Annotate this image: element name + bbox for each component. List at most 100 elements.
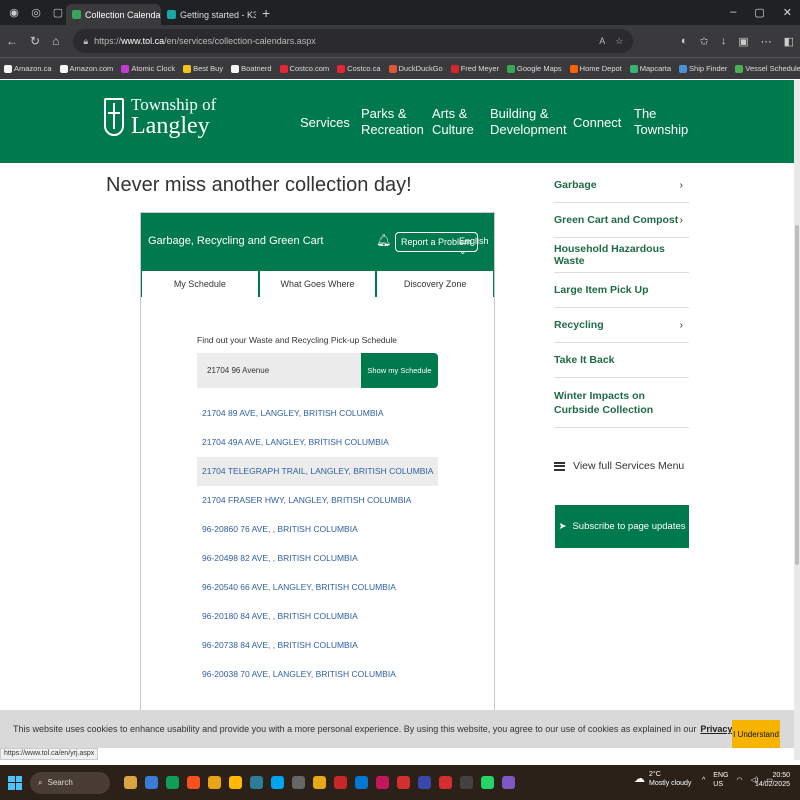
wifi-icon[interactable]: ◠: [736, 776, 742, 785]
bookmark-item[interactable]: Costco.ca: [337, 64, 381, 73]
sidebar-item[interactable]: Take It Back: [554, 343, 689, 378]
bookmark-item[interactable]: Amazon.com: [59, 64, 113, 73]
taskbar-app-icon[interactable]: [229, 776, 242, 789]
taskbar-app-icon[interactable]: [418, 776, 431, 789]
bookmark-item[interactable]: Best Buy: [183, 64, 223, 73]
nav-the-township[interactable]: The Township: [634, 106, 688, 138]
address-suggestion[interactable]: 96-20498 82 AVE, , BRITISH COLUMBIA: [197, 544, 438, 573]
taskbar-app-icon[interactable]: [145, 776, 158, 789]
sidebar-item[interactable]: Garbage ›: [554, 168, 689, 203]
address-suggestion[interactable]: 21704 89 AVE, LANGLEY, BRITISH COLUMBIA: [197, 399, 438, 428]
workspaces-icon[interactable]: ◎: [28, 5, 44, 21]
bookmark-item[interactable]: Costco.com: [279, 64, 329, 73]
taskbar-app-icon[interactable]: [376, 776, 389, 789]
bookmark-item[interactable]: Mapcarta: [629, 64, 671, 73]
weather-widget[interactable]: ☁ 2°C Mostly cloudy: [634, 770, 691, 788]
address-suggestion[interactable]: 96-20738 84 AVE, , BRITISH COLUMBIA: [197, 631, 438, 660]
tab-actions-icon[interactable]: ▢: [50, 5, 66, 21]
refresh-icon[interactable]: ↻: [30, 34, 40, 48]
taskbar-app-icon[interactable]: [166, 776, 179, 789]
tab-what-goes-where[interactable]: What Goes Where: [258, 269, 377, 297]
taskbar-app-icon[interactable]: [439, 776, 452, 789]
close-window-icon[interactable]: ✕: [783, 6, 792, 19]
address-suggestion[interactable]: 21704 TELEGRAPH TRAIL, LANGLEY, BRITISH …: [197, 457, 438, 486]
extensions-icon[interactable]: ◐: [681, 35, 688, 48]
bookmark-item[interactable]: DuckDuckGo: [388, 64, 443, 73]
taskbar-app-icon[interactable]: [355, 776, 368, 789]
taskbar-app-icon[interactable]: [334, 776, 347, 789]
new-tab-button[interactable]: +: [262, 5, 270, 21]
accept-cookies-button[interactable]: I Understand: [732, 720, 780, 748]
view-full-menu-link[interactable]: View full Services Menu: [554, 460, 684, 472]
sidebar-toggle-icon[interactable]: ◧: [784, 35, 794, 48]
address-suggestion[interactable]: 96-20180 84 AVE, , BRITISH COLUMBIA: [197, 602, 438, 631]
sidebar-item[interactable]: Winter Impacts on Curbside Collection: [554, 378, 689, 428]
taskbar-app-icon[interactable]: [502, 776, 515, 789]
address-suggestion[interactable]: 21704 49A AVE, LANGLEY, BRITISH COLUMBIA: [197, 428, 438, 457]
chevron-right-icon[interactable]: ›: [680, 319, 684, 331]
tray-chevron-icon[interactable]: ^: [702, 776, 705, 785]
more-icon[interactable]: ⋯: [761, 35, 772, 48]
taskbar-app-icon[interactable]: [292, 776, 305, 789]
windows-start-icon[interactable]: [8, 775, 22, 790]
taskbar-app-icon[interactable]: [124, 776, 137, 789]
bell-icon[interactable]: 🔔︎: [376, 233, 391, 247]
taskbar-app-icon[interactable]: [208, 776, 221, 789]
nav-building-development[interactable]: Building & Development: [490, 106, 567, 138]
favorites-icon[interactable]: ✩: [699, 35, 708, 48]
bookmark-item[interactable]: Amazon.ca: [4, 64, 52, 73]
bookmark-item[interactable]: Ship Finder: [679, 64, 727, 73]
bookmark-item[interactable]: Vessel Schedule Th...: [735, 64, 800, 73]
address-suggestion[interactable]: 21704 FRASER HWY, LANGLEY, BRITISH COLUM…: [197, 486, 438, 515]
bookmark-item[interactable]: Boatnerd: [231, 64, 272, 73]
downloads-icon[interactable]: ↓: [721, 35, 727, 48]
maximize-icon[interactable]: ▢: [754, 6, 764, 19]
sidebar-item[interactable]: Household Hazardous Waste: [554, 238, 689, 273]
nav-connect[interactable]: Connect: [573, 115, 621, 131]
bookmark-item[interactable]: Atomic Clock: [121, 64, 175, 73]
bookmark-item[interactable]: Google Maps: [507, 64, 562, 73]
nav-services[interactable]: Services: [294, 115, 356, 166]
address-suggestion[interactable]: 96-20540 66 AVE, LANGLEY, BRITISH COLUMB…: [197, 573, 438, 602]
minimize-icon[interactable]: –: [730, 6, 736, 19]
taskbar-clock[interactable]: 20:50 14/02/2025: [754, 771, 790, 789]
taskbar-app-icon[interactable]: [313, 776, 326, 789]
language-indicator[interactable]: ENG US: [713, 771, 728, 789]
address-search-input[interactable]: [197, 353, 362, 388]
taskbar-app-icon[interactable]: [481, 776, 494, 789]
tab-my-schedule[interactable]: My Schedule: [141, 269, 259, 297]
language-select[interactable]: English ⌄: [459, 236, 494, 257]
back-icon[interactable]: ←: [6, 34, 18, 48]
taskbar-app-icon[interactable]: [187, 776, 200, 789]
nav-arts-culture[interactable]: Arts & Culture: [432, 106, 474, 138]
url-bar[interactable]: 🔒︎ https://www.tol.ca/en/services/collec…: [73, 29, 634, 53]
address-suggestion[interactable]: 96-20860 76 AVE, , BRITISH COLUMBIA: [197, 515, 438, 544]
page-scrollbar[interactable]: [794, 80, 800, 760]
address-suggestion[interactable]: 96-20038 70 AVE, LANGLEY, BRITISH COLUMB…: [197, 660, 438, 689]
bookmark-item[interactable]: Fred Meyer: [450, 64, 499, 73]
sidebar-item[interactable]: Recycling ›: [554, 308, 689, 343]
sidebar-item[interactable]: Green Cart and Compost ›: [554, 203, 689, 238]
read-aloud-icon[interactable]: A: [599, 36, 605, 47]
home-icon[interactable]: ⌂: [52, 34, 59, 48]
collections-icon[interactable]: ▣: [738, 35, 748, 48]
tab-discovery-zone[interactable]: Discovery Zone: [376, 269, 495, 297]
chevron-right-icon[interactable]: ›: [680, 214, 684, 226]
browser-tab-active[interactable]: Collection Calendars - Township o ✕: [66, 4, 161, 25]
nav-parks-recreation[interactable]: Parks & Recreation: [361, 106, 424, 138]
bookmark-item[interactable]: Home Depot: [569, 64, 622, 73]
taskbar-app-icon[interactable]: [271, 776, 284, 789]
sidebar-item[interactable]: Large Item Pick Up: [554, 273, 689, 308]
show-schedule-button[interactable]: Show my Schedule: [361, 353, 438, 388]
profile-icon[interactable]: ◉: [6, 5, 22, 21]
chevron-right-icon[interactable]: ›: [680, 179, 684, 191]
taskbar-app-icon[interactable]: [460, 776, 473, 789]
favorite-star-icon[interactable]: ☆: [615, 36, 623, 47]
taskbar-app-icon[interactable]: [250, 776, 263, 789]
taskbar-app-icon[interactable]: [397, 776, 410, 789]
subscribe-button[interactable]: ➤ Subscribe to page updates: [555, 505, 689, 548]
taskbar-search[interactable]: ⌕ Search: [30, 771, 110, 794]
site-logo[interactable]: Township of Langley: [104, 96, 216, 138]
browser-tab[interactable]: Getting started - K380 Multi-Devi ✕: [161, 4, 256, 25]
scrollbar-thumb[interactable]: [795, 225, 799, 565]
